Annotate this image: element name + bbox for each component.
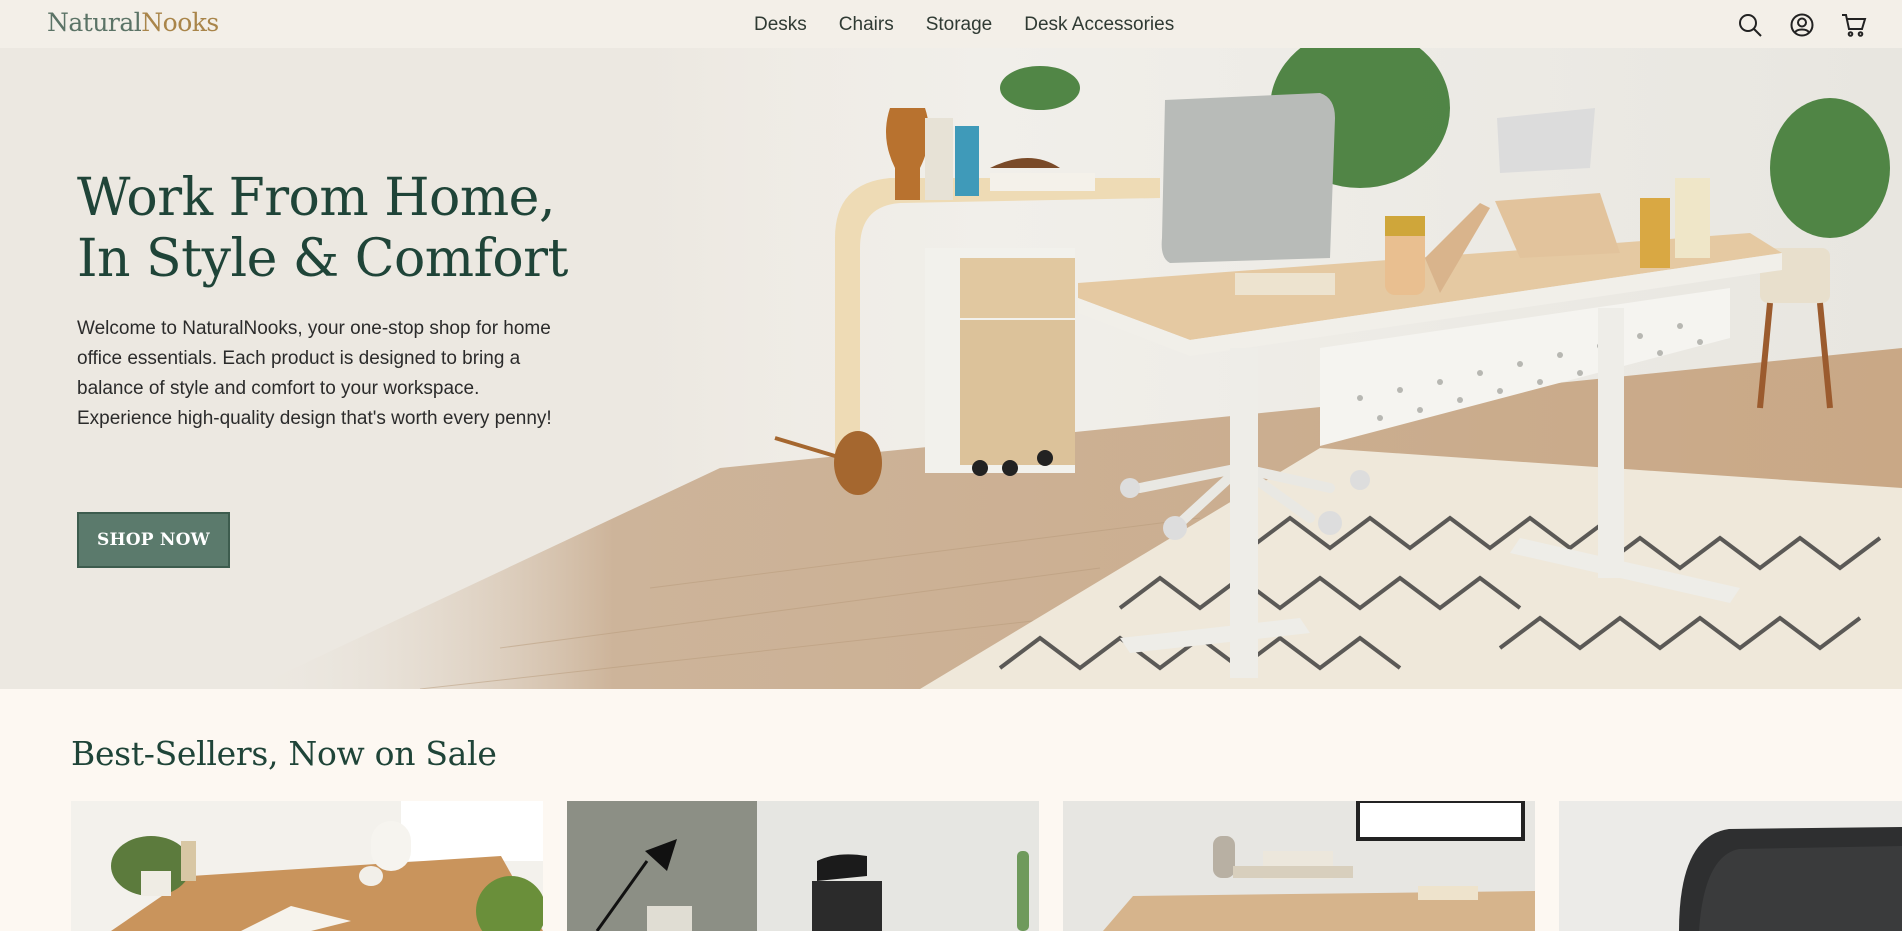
product-card-chair-2[interactable]: [1559, 801, 1902, 931]
product-image-desk-1: [71, 801, 543, 931]
nav-link-desk-accessories[interactable]: Desk Accessories: [1024, 14, 1174, 36]
product-card-desk-2[interactable]: [1063, 801, 1535, 931]
cart-icon[interactable]: [1840, 11, 1868, 39]
site-logo[interactable]: NaturalNooks: [47, 8, 219, 37]
product-card-desk-1[interactable]: [71, 801, 543, 931]
search-icon[interactable]: [1736, 11, 1764, 39]
best-sellers-heading: Best-Sellers, Now on Sale: [71, 734, 497, 773]
product-image-chair-1: [567, 801, 1039, 931]
nav-link-desks[interactable]: Desks: [754, 14, 807, 36]
site-header: NaturalNooks Desks Chairs Storage Desk A…: [0, 0, 1902, 48]
product-image-chair-2: [1559, 801, 1902, 931]
product-image-desk-2: [1063, 801, 1535, 931]
nav-link-storage[interactable]: Storage: [926, 14, 993, 36]
product-card-chair-1[interactable]: [567, 801, 1039, 931]
logo-text-nooks: Nooks: [141, 8, 219, 37]
hero-description: Welcome to NaturalNooks, your one-stop s…: [77, 318, 552, 429]
logo-text-natural: Natural: [47, 8, 142, 37]
hero-title-line-2: In Style & Comfort: [77, 229, 568, 289]
account-icon[interactable]: [1788, 11, 1816, 39]
main-nav: Desks Chairs Storage Desk Accessories: [754, 14, 1206, 36]
hero-title: Work From Home, In Style & Comfort: [77, 168, 637, 290]
hero-title-line-1: Work From Home,: [77, 168, 555, 228]
shop-now-button[interactable]: SHOP NOW: [77, 512, 230, 568]
hero-banner: Work From Home, In Style & Comfort Welco…: [0, 48, 1902, 689]
nav-link-chairs[interactable]: Chairs: [839, 14, 894, 36]
header-icons: [1736, 11, 1868, 39]
